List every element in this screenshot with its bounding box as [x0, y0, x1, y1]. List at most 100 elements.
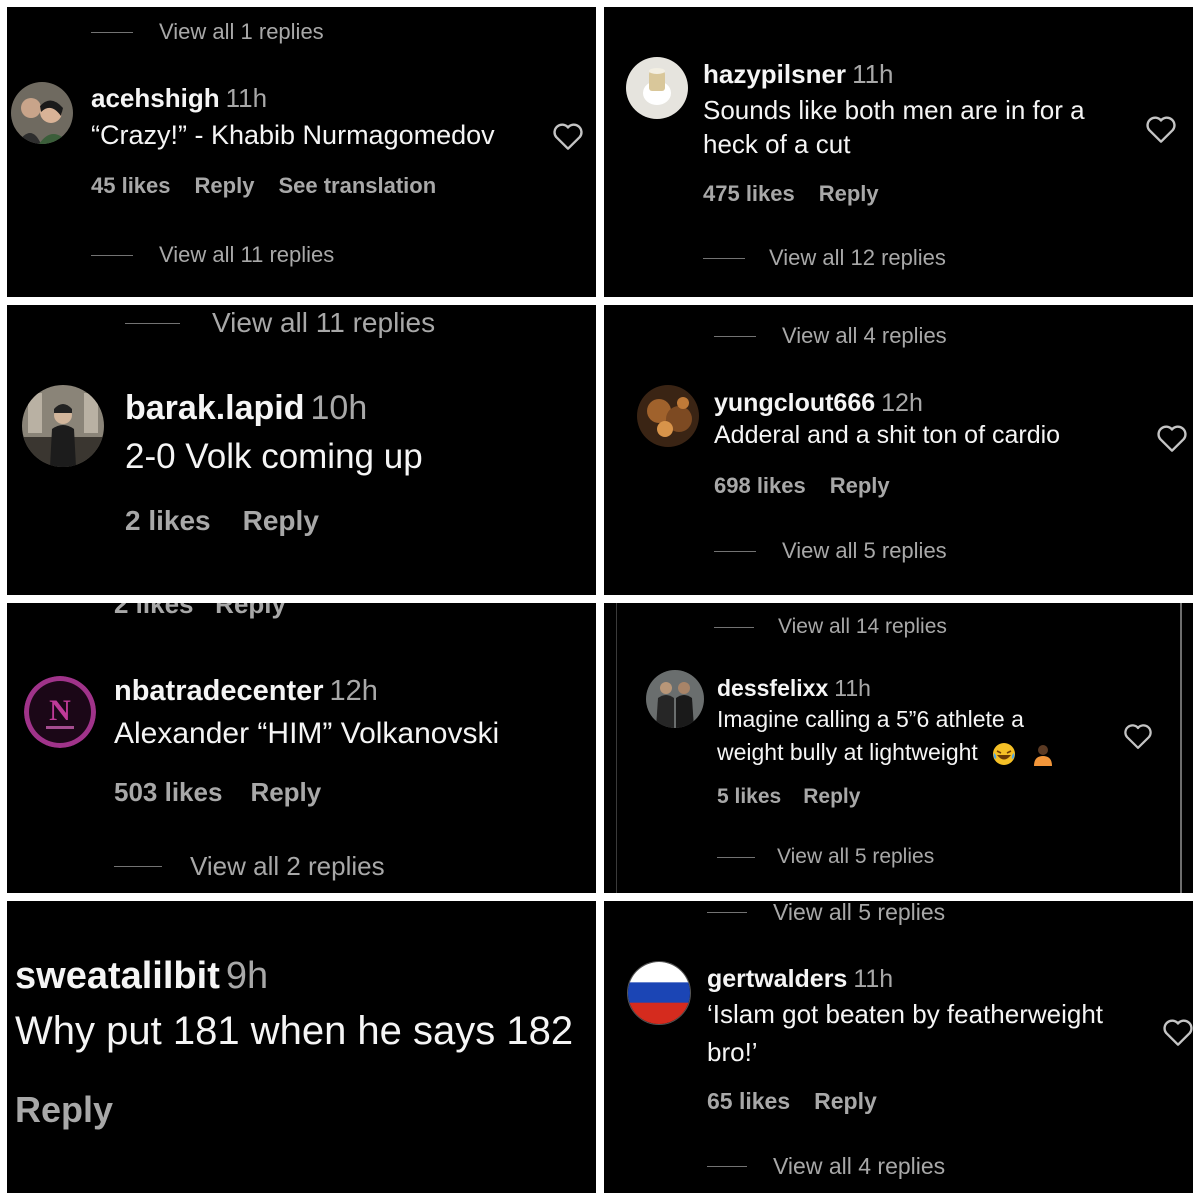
view-replies-label: View all 5 replies [773, 901, 946, 925]
comment-panel-sweatalilbit: sweatalilbit 9h Why put 181 when he says … [7, 901, 596, 1193]
avatar[interactable] [646, 670, 704, 728]
comment-text-line-2: heck of a cut [703, 129, 851, 159]
likes-count[interactable]: 698 likes [714, 473, 806, 499]
comment-header: sweatalilbit 9h [15, 955, 268, 998]
comment-text: Why put 181 when he says 182 [15, 1009, 574, 1053]
view-replies-top[interactable]: View all 11 replies [125, 307, 435, 339]
view-replies-top[interactable]: View all 1 replies [91, 19, 324, 45]
panel-left-border [616, 603, 617, 893]
comment-panel-yungclout666: View all 4 replies yungclout666 12h Adder… [604, 305, 1193, 595]
reply-button[interactable]: Reply [803, 785, 860, 809]
likes-count[interactable]: 45 likes [91, 173, 171, 199]
comment-text: “Crazy!” - Khabib Nurmagomedov [91, 120, 495, 150]
comment-meta: 45 likes Reply See translation [91, 173, 436, 199]
reply-button[interactable]: Reply [830, 473, 890, 499]
view-replies-label: View all 12 replies [769, 245, 946, 270]
person-emoji [1031, 742, 1055, 766]
username[interactable]: nbatradecenter [114, 675, 324, 707]
comment-panel-nbatradecenter: 2 likes Reply N nbatradecenter 12h Alexan… [7, 603, 596, 893]
timestamp: 11h [852, 59, 894, 89]
russia-flag-avatar[interactable] [627, 961, 691, 1025]
avatar[interactable] [11, 82, 73, 144]
comment-panel-dessfelixx: View all 14 replies dessfelixx 11h Imagin… [604, 603, 1193, 893]
username[interactable]: hazypilsner [703, 59, 846, 89]
timestamp: 12h [881, 389, 923, 417]
heart-outline-icon[interactable] [1145, 114, 1177, 144]
comment-header: dessfelixx 11h [717, 675, 871, 702]
view-replies-bottom[interactable]: View all 4 replies [707, 1153, 945, 1180]
likes-count[interactable]: 65 likes [707, 1088, 790, 1115]
comment-text-line-2: bro!’ [707, 1037, 758, 1067]
likes-count[interactable]: 475 likes [703, 181, 795, 207]
view-replies-top[interactable]: View all 14 replies [714, 615, 947, 639]
divider-line [707, 912, 747, 913]
divider-line [125, 322, 180, 324]
divider-line [707, 1166, 747, 1167]
avatar[interactable] [637, 385, 699, 447]
view-replies-top[interactable]: View all 5 replies [707, 901, 945, 926]
comment-header: yungclout666 12h [714, 389, 923, 418]
username[interactable]: yungclout666 [714, 389, 875, 417]
comment-panel-hazypilsner: hazypilsner 11h Sounds like both men are … [604, 7, 1193, 297]
reply-button[interactable]: Reply [15, 1089, 113, 1131]
comment-header: barak.lapid 10h [125, 389, 367, 428]
divider-line [91, 254, 133, 256]
username[interactable]: gertwalders [707, 965, 847, 993]
username[interactable]: dessfelixx [717, 675, 828, 701]
comment-header: acehshigh 11h [91, 83, 267, 114]
view-replies-label: View all 5 replies [777, 845, 935, 868]
heart-outline-icon[interactable] [1162, 1017, 1193, 1047]
username[interactable]: acehshigh [91, 83, 220, 113]
timestamp: 12h [329, 675, 378, 707]
comment-meta: 503 likes Reply [114, 777, 321, 808]
avatar[interactable] [22, 385, 104, 467]
likes-count[interactable]: 5 likes [717, 785, 781, 809]
view-replies-bottom[interactable]: View all 12 replies [703, 245, 946, 271]
timestamp: 11h [834, 675, 871, 701]
divider-line [714, 626, 754, 628]
timestamp: 10h [310, 389, 368, 427]
comment-meta: 2 likes Reply [125, 505, 319, 537]
view-replies-bottom[interactable]: View all 5 replies [714, 538, 947, 564]
view-replies-label: View all 4 replies [782, 323, 947, 348]
comment-meta: 698 likes Reply [714, 473, 890, 499]
likes-count[interactable]: 2 likes [125, 505, 211, 537]
comment-text: 2-0 Volk coming up [125, 437, 423, 476]
comment-header: hazypilsner 11h [703, 59, 894, 90]
see-translation-button[interactable]: See translation [278, 173, 436, 199]
divider-line [714, 550, 756, 552]
view-replies-bottom[interactable]: View all 2 replies [114, 851, 385, 882]
timestamp: 11h [225, 83, 268, 113]
view-replies-label: View all 14 replies [778, 615, 947, 638]
comment-meta: 65 likes Reply [707, 1088, 877, 1115]
comment-text-line-1: Sounds like both men are in for a [703, 95, 1085, 125]
view-replies-top[interactable]: View all 4 replies [714, 323, 947, 349]
username[interactable]: barak.lapid [125, 389, 305, 427]
comment-text: Adderal and a shit ton of cardio [714, 421, 1061, 449]
reply-button[interactable]: Reply [250, 777, 321, 808]
username[interactable]: sweatalilbit [15, 955, 220, 997]
view-replies-label: View all 11 replies [212, 307, 436, 338]
reply-button[interactable]: Reply [243, 505, 319, 537]
view-replies-label: View all 2 replies [190, 851, 385, 881]
avatar[interactable]: N [24, 676, 96, 748]
comment-header: nbatradecenter 12h [114, 675, 378, 708]
likes-count[interactable]: 503 likes [114, 777, 222, 808]
heart-outline-icon[interactable] [552, 121, 584, 151]
reply-button[interactable]: Reply [195, 173, 255, 199]
comment-text-line-2-label: weight bully at lightweight [717, 739, 978, 765]
comment-text-line-1: ‘Islam got beaten by featherweight [707, 999, 1104, 1029]
avatar[interactable] [626, 57, 688, 119]
divider-line [91, 31, 133, 33]
view-replies-bottom[interactable]: View all 5 replies [717, 845, 934, 869]
view-replies-bottom[interactable]: View all 11 replies [91, 242, 334, 268]
reply-button[interactable]: Reply [819, 181, 879, 207]
view-replies-label: View all 4 replies [773, 1153, 946, 1179]
reply-button[interactable]: Reply [814, 1088, 877, 1115]
heart-outline-icon[interactable] [1123, 722, 1153, 750]
heart-outline-icon[interactable] [1156, 423, 1188, 453]
panel-right-border [1180, 603, 1182, 893]
comment-text-line-2: weight bully at lightweight [717, 739, 1055, 766]
comment-text-line-1: Imagine calling a 5”6 athlete a [717, 706, 1024, 732]
laughing-face-emoji [992, 742, 1016, 766]
